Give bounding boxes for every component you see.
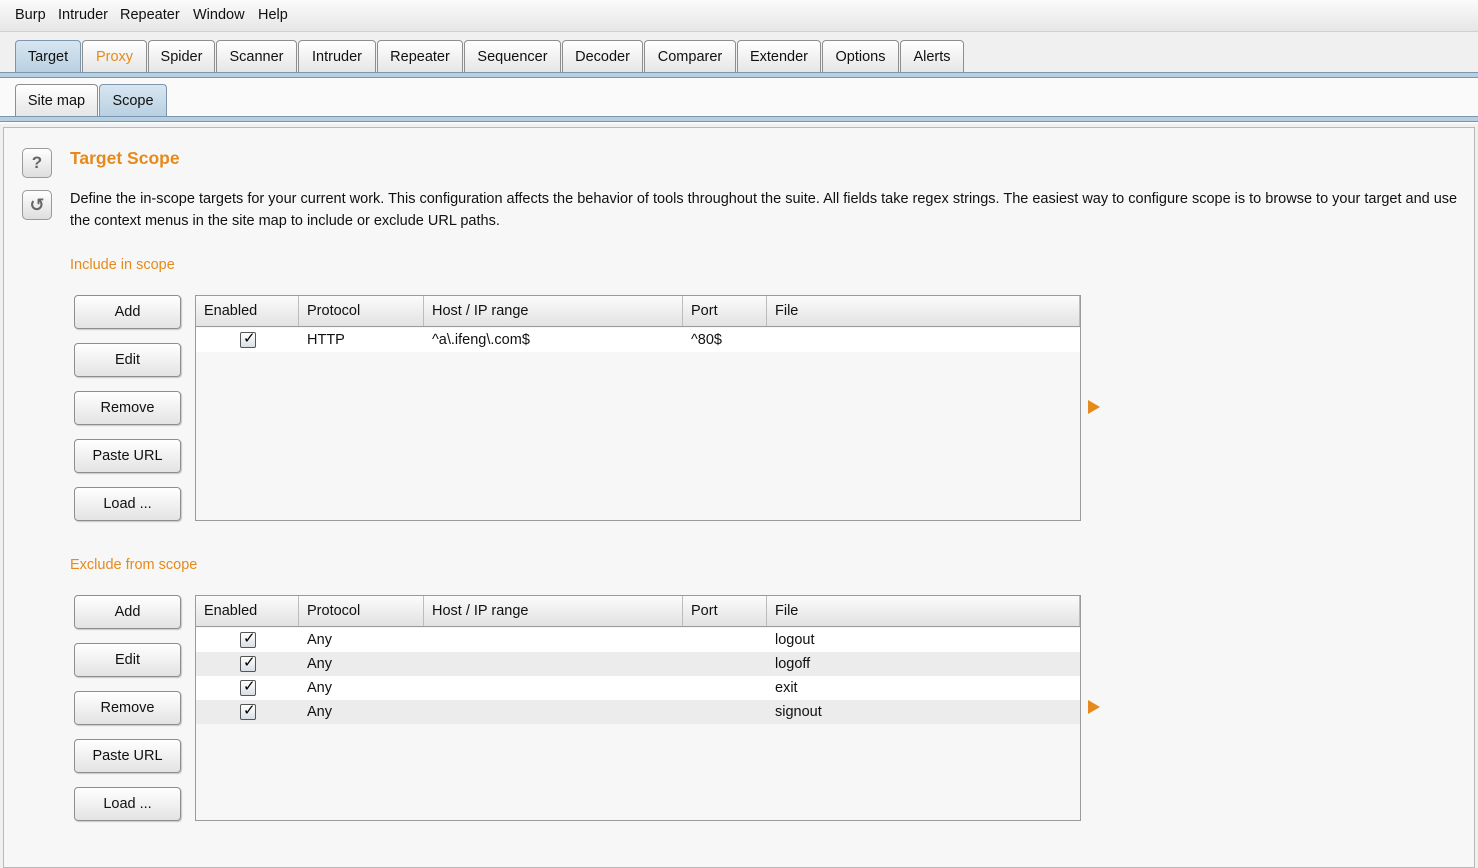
protocol-cell: Any [307, 680, 332, 696]
file-cell: logoff [775, 656, 811, 672]
tab-intruder[interactable]: Intruder [298, 40, 376, 74]
enabled-checkbox[interactable] [240, 653, 256, 672]
tab-comparer[interactable]: Comparer [644, 40, 736, 74]
include-section-label: Include in scope [70, 257, 175, 273]
host-cell: ^a\.ifeng\.com$ [432, 332, 530, 348]
menu-help[interactable]: Help [258, 7, 288, 23]
tab-sequencer[interactable]: Sequencer [464, 40, 561, 74]
include-table-header: Enabled Protocol Host / IP range Port Fi… [196, 296, 1080, 327]
file-cell: exit [775, 680, 798, 696]
exclude-add-button[interactable]: Add [74, 595, 181, 629]
column-header-file[interactable]: File [767, 596, 1080, 626]
enabled-checkbox[interactable] [240, 629, 256, 648]
menu-repeater[interactable]: Repeater [120, 7, 180, 23]
table-row[interactable]: HTTP ^a\.ifeng\.com$ ^80$ [196, 328, 1080, 352]
table-row[interactable]: Any signout [196, 700, 1080, 724]
column-header-host[interactable]: Host / IP range [424, 596, 683, 626]
file-cell: logout [775, 632, 815, 648]
subtab-scope[interactable]: Scope [99, 84, 167, 118]
tab-extender[interactable]: Extender [737, 40, 821, 74]
protocol-cell: HTTP [307, 332, 345, 348]
port-cell: ^80$ [691, 332, 722, 348]
exclude-remove-button[interactable]: Remove [74, 691, 181, 725]
menubar: Burp Intruder Repeater Window Help [0, 0, 1478, 32]
exclude-paste-url-button[interactable]: Paste URL [74, 739, 181, 773]
table-row[interactable]: Any logoff [196, 652, 1080, 676]
column-header-enabled[interactable]: Enabled [196, 596, 299, 626]
help-icon[interactable]: ? [22, 148, 52, 178]
include-paste-url-button[interactable]: Paste URL [74, 439, 181, 473]
menu-burp[interactable]: Burp [15, 7, 46, 23]
tab-proxy[interactable]: Proxy [82, 40, 147, 74]
column-header-enabled[interactable]: Enabled [196, 296, 299, 326]
exclude-table: Enabled Protocol Host / IP range Port Fi… [195, 595, 1081, 821]
exclude-section-label: Exclude from scope [70, 557, 198, 573]
tab-repeater[interactable]: Repeater [377, 40, 463, 74]
file-cell: signout [775, 704, 822, 720]
refresh-icon[interactable]: ↺ [22, 190, 52, 220]
tab-decoder[interactable]: Decoder [562, 40, 643, 74]
include-add-button[interactable]: Add [74, 295, 181, 329]
column-header-host[interactable]: Host / IP range [424, 296, 683, 326]
include-table: Enabled Protocol Host / IP range Port Fi… [195, 295, 1081, 521]
tab-alerts[interactable]: Alerts [900, 40, 964, 74]
table-row[interactable]: Any exit [196, 676, 1080, 700]
tab-options[interactable]: Options [822, 40, 899, 74]
scope-panel: ? ↺ Target Scope Define the in-scope tar… [3, 127, 1475, 868]
file-cell [767, 328, 775, 352]
include-edit-button[interactable]: Edit [74, 343, 181, 377]
menu-window[interactable]: Window [193, 7, 245, 23]
include-load-button[interactable]: Load ... [74, 487, 181, 521]
column-header-file[interactable]: File [767, 296, 1080, 326]
column-header-port[interactable]: Port [683, 296, 767, 326]
table-row[interactable]: Any logout [196, 628, 1080, 652]
tab-spider[interactable]: Spider [148, 40, 215, 74]
include-remove-button[interactable]: Remove [74, 391, 181, 425]
expand-arrow-icon[interactable] [1088, 400, 1100, 414]
scope-description: Define the in-scope targets for your cur… [70, 191, 1458, 229]
enabled-checkbox[interactable] [240, 329, 256, 348]
expand-arrow-icon[interactable] [1088, 700, 1100, 714]
sub-tab-underline [0, 116, 1478, 122]
subtab-site-map[interactable]: Site map [15, 84, 98, 118]
protocol-cell: Any [307, 632, 332, 648]
tab-target[interactable]: Target [15, 40, 81, 74]
page-title: Target Scope [70, 148, 180, 168]
enabled-checkbox[interactable] [240, 677, 256, 696]
tab-scanner[interactable]: Scanner [216, 40, 297, 74]
exclude-edit-button[interactable]: Edit [74, 643, 181, 677]
exclude-table-header: Enabled Protocol Host / IP range Port Fi… [196, 596, 1080, 627]
exclude-load-button[interactable]: Load ... [74, 787, 181, 821]
protocol-cell: Any [307, 656, 332, 672]
menu-intruder[interactable]: Intruder [58, 7, 108, 23]
protocol-cell: Any [307, 704, 332, 720]
column-header-protocol[interactable]: Protocol [299, 596, 424, 626]
column-header-port[interactable]: Port [683, 596, 767, 626]
enabled-checkbox[interactable] [240, 701, 256, 720]
column-header-protocol[interactable]: Protocol [299, 296, 424, 326]
